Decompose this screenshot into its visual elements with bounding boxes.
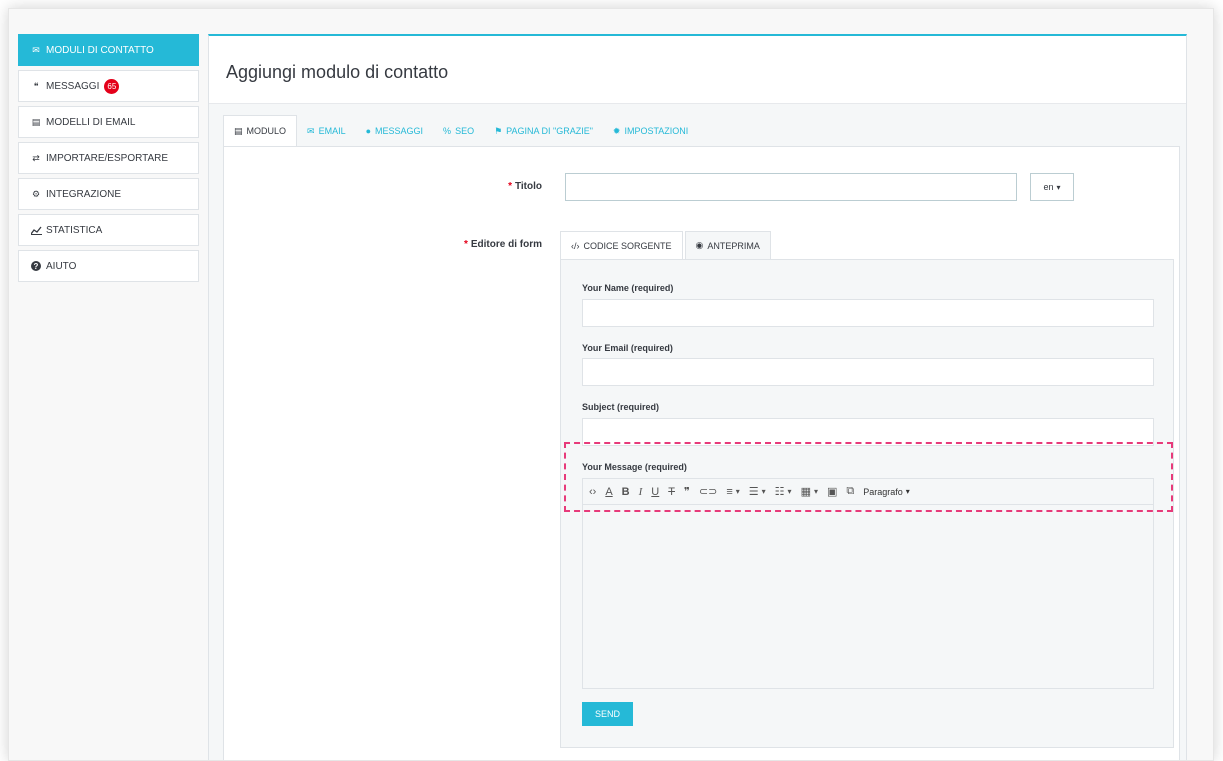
list-alt-icon: ▤: [234, 125, 243, 136]
required-asterisk: *: [463, 239, 468, 250]
tab-label: MODULO: [246, 126, 287, 136]
sidebar-item-label: IMPORTARE/ESPORTARE: [46, 152, 169, 164]
eye-icon: ◉: [695, 240, 704, 250]
link-icon: %: [443, 126, 452, 136]
caret-down-icon: ▾: [1056, 182, 1061, 192]
flag-icon: ⚑: [494, 125, 503, 136]
sidebar-item-importare-esportare[interactable]: ⇄ IMPORTARE/ESPORTARE: [18, 142, 199, 174]
tab-label: SEO: [455, 126, 475, 136]
sidebar-item-label: MODULI DI CONTATTO: [46, 44, 154, 56]
tab-codice-sorgente[interactable]: ‹/› CODICE SORGENTE: [560, 231, 683, 260]
sidebar: ✉ MODULI DI CONTATTO ❝ MESSAGGI 65 ▤ MOD…: [18, 34, 199, 286]
sidebar-item-label: STATISTICA: [46, 224, 103, 236]
sidebar-item-label: INTEGRAZIONE: [46, 188, 122, 200]
tab-label: MESSAGGI: [375, 126, 424, 136]
sidebar-item-aiuto[interactable]: ? AIUTO: [18, 250, 199, 282]
titolo-input[interactable]: [565, 173, 1017, 201]
sidebar-item-modelli-di-email[interactable]: ▤ MODELLI DI EMAIL: [18, 106, 199, 138]
tab-label: ANTEPRIMA: [707, 240, 760, 251]
language-value: en: [1043, 182, 1054, 192]
highlight-box: [564, 442, 1173, 512]
tab-label: PAGINA DI "GRAZIE": [506, 126, 593, 136]
language-dropdown[interactable]: en ▾: [1030, 173, 1074, 201]
comments-icon: ❝: [33, 80, 39, 91]
sidebar-item-integrazione[interactable]: ⚙ INTEGRAZIONE: [18, 178, 199, 210]
email-label: Your Email (required): [582, 343, 673, 353]
editor-label: * Editore di form: [424, 239, 542, 250]
sidebar-item-label: MODELLI DI EMAIL: [46, 116, 136, 128]
tab-seo[interactable]: % SEO: [433, 115, 484, 147]
tab-anteprima[interactable]: ◉ ANTEPRIMA: [684, 231, 771, 260]
send-button[interactable]: SEND: [582, 702, 633, 726]
sidebar-item-label: AIUTO: [46, 260, 77, 272]
form-tabs: ▤ MODULO ✉ EMAIL ● MESSAGGI % SEO ⚑ PAGI…: [223, 115, 1176, 147]
titolo-label: * Titolo: [424, 181, 542, 192]
tab-label: EMAIL: [318, 126, 346, 136]
sidebar-item-label: MESSAGGI: [46, 80, 100, 92]
page-title: Aggiungi modulo di contatto: [226, 62, 449, 82]
subject-label: Subject (required): [582, 402, 660, 412]
gear-icon: ✹: [612, 125, 621, 136]
sidebar-item-moduli-di-contatto[interactable]: ✉ MODULI DI CONTATTO: [18, 34, 199, 66]
tab-modulo[interactable]: ▤ MODULO: [223, 115, 298, 147]
app-window: ✉ MODULI DI CONTATTO ❝ MESSAGGI 65 ▤ MOD…: [8, 8, 1214, 761]
exchange-icon: ⇄: [32, 152, 40, 163]
envelope-icon: ✉: [32, 44, 40, 55]
cogs-icon: ⚙: [31, 188, 41, 199]
titolo-label-text: Titolo: [514, 181, 542, 192]
main-panel: Aggiungi modulo di contatto ▤ MODULO ✉ E…: [208, 34, 1187, 760]
svg-text:?: ?: [34, 262, 39, 271]
required-asterisk: *: [508, 181, 512, 192]
tab-pagina-di-grazie[interactable]: ⚑ PAGINA DI "GRAZIE": [484, 115, 603, 147]
tab-label: IMPOSTAZIONI: [624, 126, 689, 136]
unread-count-badge: 65: [104, 78, 120, 94]
sidebar-item-statistica[interactable]: STATISTICA: [18, 214, 199, 246]
editor-label-text: Editore di form: [470, 239, 542, 250]
editor-tabs: ‹/› CODICE SORGENTE ◉ ANTEPRIMA: [560, 231, 771, 260]
message-editor[interactable]: [582, 504, 1154, 689]
email-input[interactable]: [582, 358, 1154, 386]
tab-messaggi[interactable]: ● MESSAGGI: [356, 115, 433, 147]
comments-icon: ●: [365, 126, 372, 136]
envelope-icon: ✉: [307, 125, 315, 136]
tab-label: CODICE SORGENTE: [583, 240, 672, 251]
line-chart-icon: [30, 226, 42, 235]
tab-email[interactable]: ✉ EMAIL: [297, 115, 356, 147]
code-icon: ‹/›: [571, 240, 580, 251]
name-label: Your Name (required): [582, 283, 674, 293]
sidebar-item-messaggi[interactable]: ❝ MESSAGGI 65: [18, 70, 199, 102]
question-circle-icon: ?: [30, 261, 42, 271]
tab-impostazioni[interactable]: ✹ IMPOSTAZIONI: [603, 115, 698, 147]
name-input[interactable]: [582, 299, 1154, 327]
file-icon: ▤: [31, 116, 41, 127]
